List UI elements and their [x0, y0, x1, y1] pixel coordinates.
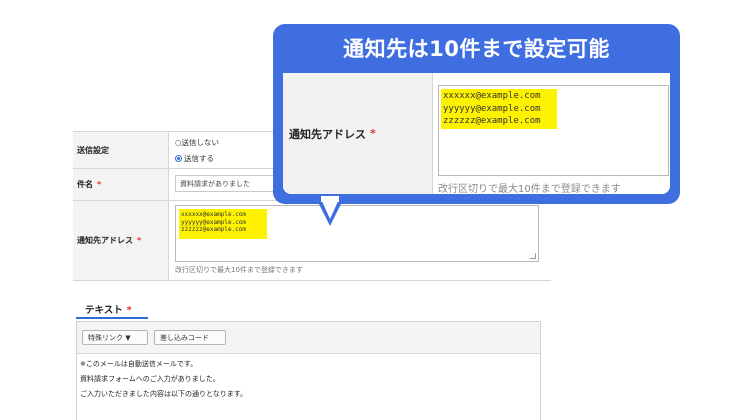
address-help-text: 改行区切りで最大10件まで登録できます: [175, 266, 303, 274]
callout-zoom-panel: 通知先アドレス * xxxxxx@example.com yyyyyy@examp…: [283, 73, 670, 194]
address-row: 通知先アドレス * xxxxxx@example.com yyyyyy@examp…: [73, 201, 551, 281]
address-label: 通知先アドレス *: [73, 201, 169, 280]
address-textarea[interactable]: xxxxxx@example.com yyyyyy@example.com zz…: [175, 205, 539, 262]
body-line: ご入力いただきました内容は以下の通りとなります。: [80, 390, 248, 398]
text-editor: 特殊リンク ▼ 差し込みコード ※このメールは自動送信メールです。 資料請求フォ…: [76, 321, 541, 420]
callout-title: 通知先は10件まで設定可能: [343, 37, 610, 61]
address-line: zzzzzz@example.com: [181, 226, 247, 233]
callout-tail-inner: [321, 199, 339, 219]
radio-do-not-send[interactable]: ○送信しない: [175, 137, 219, 148]
subject-label: 件名 *: [73, 169, 169, 200]
editor-toolbar: 特殊リンク ▼ 差し込みコード: [77, 322, 540, 354]
address-line: xxxxxx@example.com: [443, 91, 541, 101]
required-mark: *: [126, 305, 132, 316]
resize-grip-icon[interactable]: [530, 253, 536, 259]
address-line: xxxxxx@example.com: [181, 211, 247, 218]
address-highlight: xxxxxx@example.com yyyyyy@example.com zz…: [179, 209, 267, 239]
required-mark: *: [137, 236, 142, 245]
body-line: ※このメールは自動送信メールです。: [80, 360, 198, 368]
send-setting-label: 送信設定: [73, 132, 169, 168]
address-line: zzzzzz@example.com: [443, 116, 541, 126]
address-line: yyyyyy@example.com: [181, 218, 247, 226]
editor-body[interactable]: ※このメールは自動送信メールです。 資料請求フォームへのご入力がありました。 ご…: [77, 354, 540, 405]
callout-address-textarea[interactable]: xxxxxx@example.com yyyyyy@example.com zz…: [438, 85, 669, 176]
callout-address-highlight: xxxxxx@example.com yyyyyy@example.com zz…: [441, 89, 557, 129]
radio-selected-icon: [175, 155, 182, 162]
body-line: 資料請求フォームへのご入力がありました。: [80, 375, 220, 383]
callout-box: 通知先は10件まで設定可能 通知先アドレス * xxxxxx@example.co…: [273, 24, 680, 204]
address-line: yyyyyy@example.com: [443, 103, 541, 114]
insert-code-button[interactable]: 差し込みコード: [154, 330, 226, 345]
tab-text[interactable]: テキスト *: [76, 299, 148, 319]
required-mark: *: [370, 127, 376, 140]
callout-tail-cover: [321, 196, 339, 202]
required-mark: *: [97, 180, 102, 189]
radio-send-label: 送信する: [184, 154, 214, 163]
radio-send[interactable]: 送信する: [175, 153, 214, 164]
callout-help-text: 改行区切りで最大10件まで登録できます: [438, 184, 621, 194]
special-link-button[interactable]: 特殊リンク ▼: [82, 330, 148, 345]
callout-address-label: 通知先アドレス *: [283, 73, 433, 194]
screenshot-stage: 送信設定 ○送信しない 送信する 件名 * 資料請求がありました 通知先アドレス *…: [0, 0, 740, 420]
radio-do-not-send-label: ○送信しない: [175, 138, 220, 147]
